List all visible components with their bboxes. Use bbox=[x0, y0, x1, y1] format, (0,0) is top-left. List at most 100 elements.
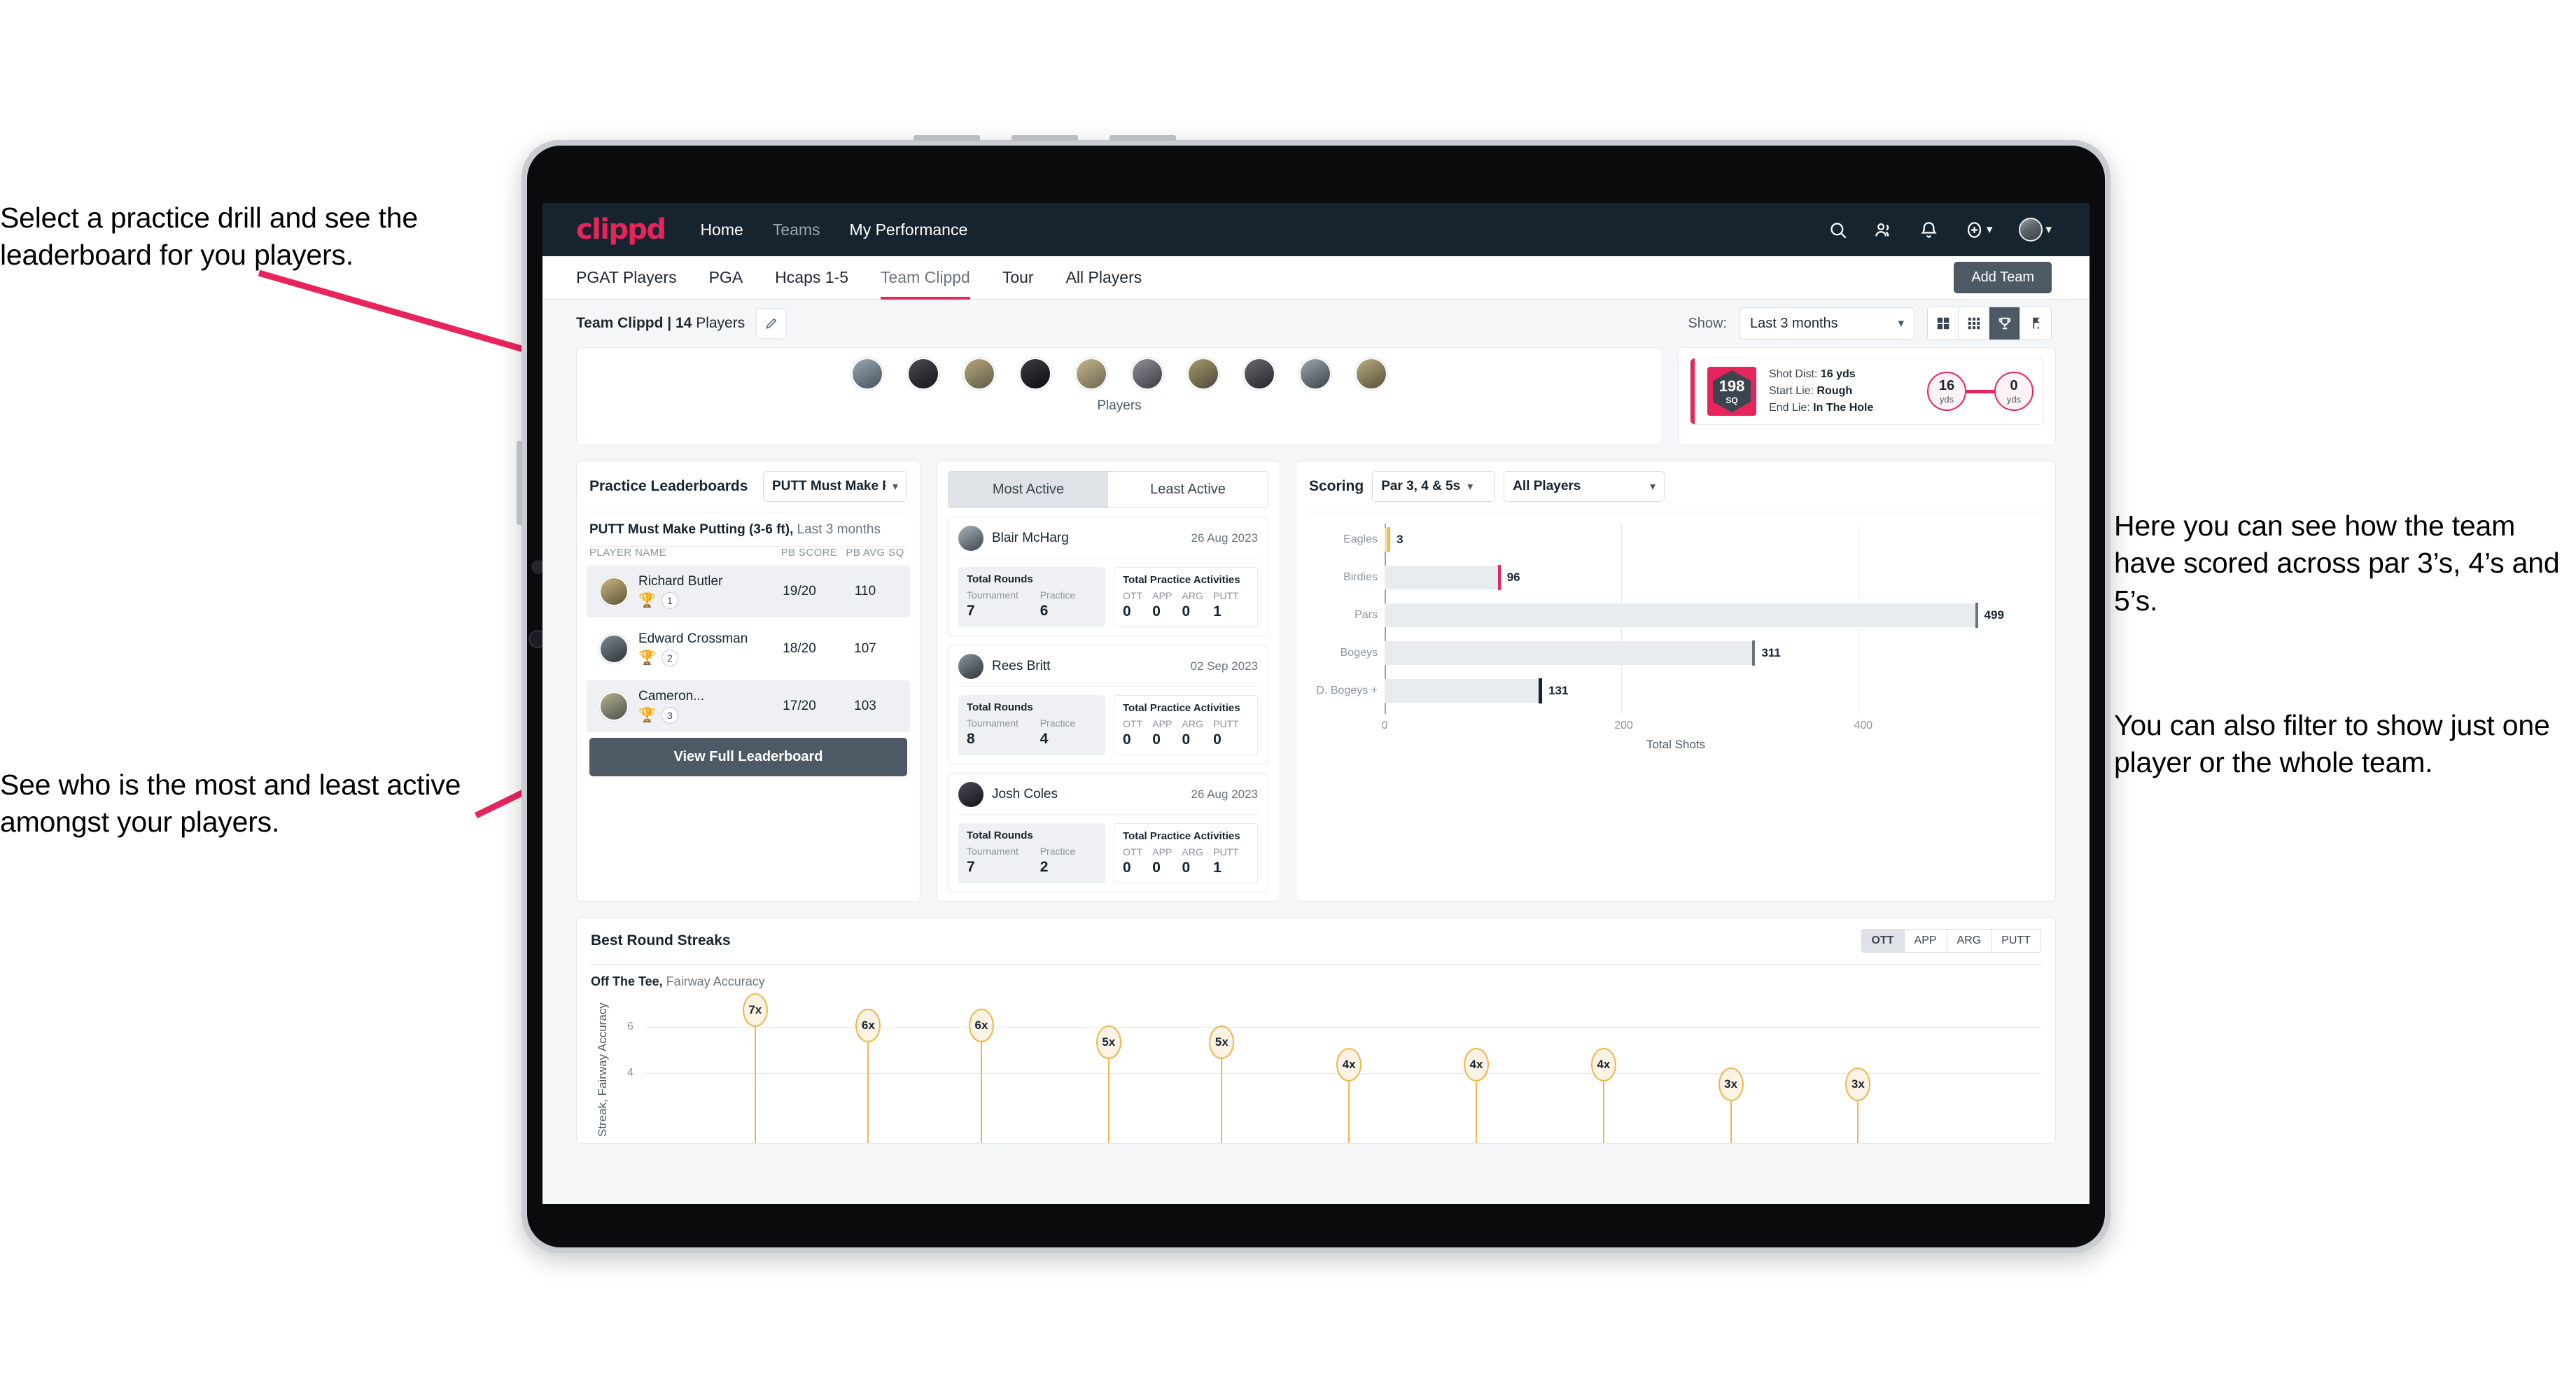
team-toolbar: Team Clippd | 14 Players Show: Last 3 mo… bbox=[542, 300, 2090, 347]
practice-stat: Practice 2 bbox=[1040, 846, 1097, 876]
player-avatar[interactable] bbox=[851, 358, 883, 390]
device-top-button-2 bbox=[1011, 135, 1078, 141]
player-avatar[interactable] bbox=[963, 358, 995, 390]
x-axis-label: Total Shots bbox=[1646, 738, 1706, 751]
nav-link-home[interactable]: Home bbox=[700, 220, 743, 239]
practice-value: 4 bbox=[1040, 731, 1049, 747]
scoring-plot-area: Eagles 3 Birdies 96 Pars 499 Bogeys 311 … bbox=[1316, 524, 2024, 714]
leaderboard-period: Last 3 months bbox=[793, 522, 881, 537]
streak-marker[interactable]: 4x bbox=[1464, 1048, 1489, 1143]
putt-value: 0 bbox=[1213, 732, 1222, 748]
par-filter-select[interactable]: Par 3, 4 & 5s ▾ bbox=[1372, 471, 1496, 502]
column-pb-score: PB SCORE bbox=[780, 547, 838, 559]
streaks-subtitle: Off The Tee, Fairway Accuracy bbox=[577, 965, 2055, 989]
table-row[interactable]: Richard Butler 🏆 1 19/20 110 bbox=[587, 566, 910, 617]
tournament-stat: Tournament 8 bbox=[967, 718, 1040, 748]
y-tick-4: 4 bbox=[627, 1067, 634, 1079]
pb-score: 19/20 bbox=[783, 584, 816, 598]
streak-marker[interactable]: 4x bbox=[1336, 1048, 1362, 1143]
bell-icon[interactable] bbox=[1919, 220, 1938, 239]
view-full-leaderboard-button[interactable]: View Full Leaderboard bbox=[589, 738, 907, 776]
edit-team-button[interactable] bbox=[756, 308, 788, 339]
tab-most-active[interactable]: Most Active bbox=[948, 472, 1108, 507]
streak-marker[interactable]: 7x bbox=[742, 993, 768, 1143]
segment-app[interactable]: APP bbox=[1904, 930, 1947, 952]
streak-marker[interactable]: 5x bbox=[1096, 1026, 1121, 1143]
drill-select[interactable]: PUTT Must Make Putting ... ▾ bbox=[763, 471, 907, 502]
player-avatar[interactable] bbox=[1355, 358, 1387, 390]
people-icon[interactable] bbox=[1874, 220, 1893, 239]
grid-small-icon[interactable] bbox=[1959, 307, 1989, 340]
putt-stat: PUTT 1 bbox=[1213, 846, 1249, 876]
arg-label: ARG bbox=[1182, 846, 1203, 858]
device-top-button-1 bbox=[913, 135, 980, 141]
streak-marker[interactable]: 3x bbox=[1845, 1068, 1871, 1143]
streaks-title: Best Round Streaks bbox=[591, 932, 731, 948]
tab-pgat-players[interactable]: PGAT Players bbox=[576, 256, 677, 300]
app-stat: APP 0 bbox=[1152, 846, 1182, 876]
table-row[interactable]: Cameron... 🏆 3 17/20 103 bbox=[587, 680, 910, 732]
shot-quality-value: 198 bbox=[1718, 377, 1745, 395]
player-avatar[interactable] bbox=[1187, 358, 1219, 390]
practice-value: 6 bbox=[1040, 603, 1049, 619]
tab-least-active[interactable]: Least Active bbox=[1108, 472, 1268, 507]
list-item[interactable]: Blair McHarg 26 Aug 2023 Total Rounds To… bbox=[948, 517, 1268, 636]
bar-value-pars: 499 bbox=[1984, 608, 2004, 622]
practice-activities-box: Total Practice Activities OTT 0 APP 0 ARG 0… bbox=[1114, 567, 1258, 627]
segment-putt[interactable]: PUTT bbox=[1991, 930, 2040, 952]
avatar[interactable] bbox=[2019, 218, 2043, 241]
search-icon[interactable] bbox=[1828, 220, 1847, 239]
streak-value: 4x bbox=[1336, 1048, 1362, 1082]
player-avatar[interactable] bbox=[1131, 358, 1163, 390]
streak-marker[interactable]: 6x bbox=[855, 1009, 881, 1143]
player-filter-select[interactable]: All Players ▾ bbox=[1504, 471, 1665, 502]
bar-eagles: 3 bbox=[1385, 527, 1404, 552]
grid-large-icon[interactable] bbox=[1928, 307, 1959, 340]
bar-value-double-bogeys: 131 bbox=[1548, 684, 1569, 697]
tab-hcaps-1-5[interactable]: Hcaps 1-5 bbox=[775, 256, 848, 300]
list-item[interactable]: Rees Britt 02 Sep 2023 Total Rounds Tour… bbox=[948, 645, 1268, 764]
tab-tour[interactable]: Tour bbox=[1002, 256, 1034, 300]
tab-pga[interactable]: PGA bbox=[709, 256, 743, 300]
total-rounds-values: Tournament 8 Practice 4 bbox=[967, 718, 1097, 748]
team-title: Team Clippd | 14 Players bbox=[576, 315, 745, 332]
trophy-icon[interactable] bbox=[1989, 307, 2020, 340]
player-avatar[interactable] bbox=[1075, 358, 1107, 390]
segment-ott[interactable]: OTT bbox=[1861, 930, 1905, 952]
player-avatar[interactable] bbox=[1243, 358, 1275, 390]
arg-label: ARG bbox=[1182, 718, 1203, 729]
add-team-button[interactable]: Add Team bbox=[1954, 262, 2052, 293]
tab-all-players[interactable]: All Players bbox=[1066, 256, 1142, 300]
streak-marker[interactable]: 3x bbox=[1718, 1068, 1744, 1143]
player-avatar[interactable] bbox=[1299, 358, 1331, 390]
date-range-value: Last 3 months bbox=[1750, 315, 1838, 331]
start-distance-unit: yds bbox=[1939, 394, 1954, 405]
nav-link-my-performance[interactable]: My Performance bbox=[850, 220, 968, 239]
plus-chevron-down-icon[interactable]: ▾ bbox=[1987, 223, 1993, 237]
activity-stats: Total Rounds Tournament 7 Practice 2 Total… bbox=[958, 823, 1258, 883]
streak-marker[interactable]: 4x bbox=[1590, 1048, 1616, 1143]
tab-team-clippd[interactable]: Team Clippd bbox=[881, 256, 970, 300]
tournament-value: 7 bbox=[967, 603, 975, 619]
streak-marker[interactable]: 5x bbox=[1209, 1026, 1235, 1143]
avatar-chevron-down-icon[interactable]: ▾ bbox=[2045, 223, 2052, 237]
streak-marker[interactable]: 6x bbox=[969, 1009, 994, 1143]
putt-label: PUTT bbox=[1213, 718, 1239, 729]
avatar bbox=[958, 654, 983, 679]
plus-circle-icon[interactable] bbox=[1965, 220, 1984, 239]
column-player-name: PLAYER NAME bbox=[589, 547, 666, 559]
topnav-actions: ▾ ▾ bbox=[1828, 218, 2052, 241]
date-range-select[interactable]: Last 3 months ▾ bbox=[1740, 307, 1914, 340]
segment-arg[interactable]: ARG bbox=[1947, 930, 1992, 952]
golf-flag-icon[interactable] bbox=[2020, 307, 2051, 340]
player-avatar[interactable] bbox=[1019, 358, 1051, 390]
last-activity-date: 26 Aug 2023 bbox=[1191, 788, 1258, 801]
clippd-logo[interactable]: clippd bbox=[576, 214, 666, 246]
table-row[interactable]: Edward Crossman 🏆 2 18/20 107 bbox=[587, 623, 910, 675]
player-avatar[interactable] bbox=[907, 358, 939, 390]
nav-link-teams[interactable]: Teams bbox=[773, 220, 820, 239]
practice-label: Practice bbox=[1040, 589, 1076, 601]
list-item[interactable]: Josh Coles 26 Aug 2023 Total Rounds Tour… bbox=[948, 773, 1268, 892]
player-name: Richard Butler bbox=[638, 574, 723, 589]
tournament-value: 8 bbox=[967, 731, 975, 747]
